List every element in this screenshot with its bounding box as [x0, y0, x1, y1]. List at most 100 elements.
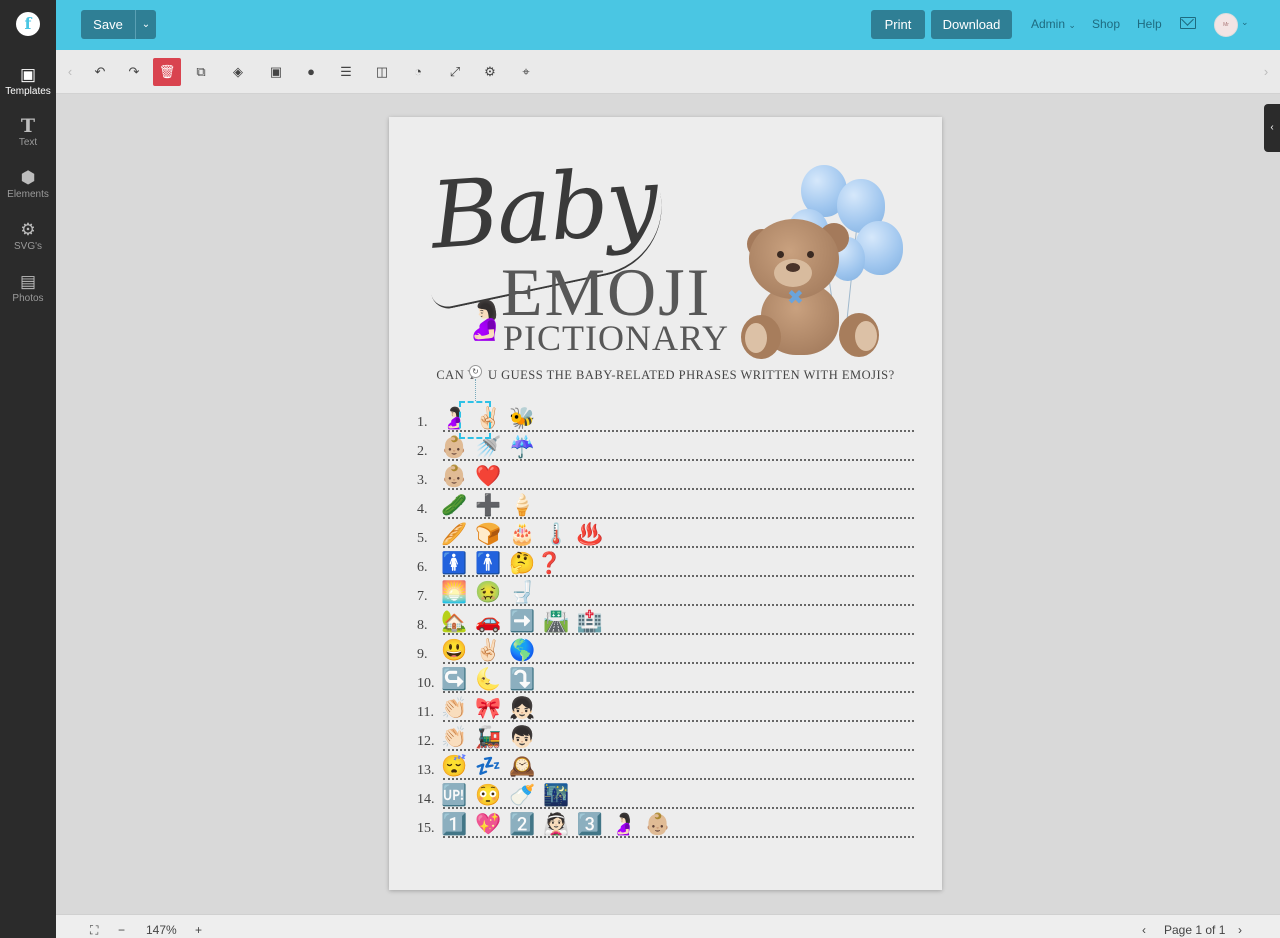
emoji-clue[interactable]: 🌅 🤢 🚽: [441, 581, 536, 605]
answer-row[interactable]: 3. 👶🏼 ❤️: [389, 465, 942, 494]
design-page[interactable]: Baby EMOJI 🤰🏻 PICTIONARY ✖ CAN YU GUESS …: [389, 117, 942, 890]
answer-line: [443, 459, 914, 461]
emoji-clue[interactable]: 🥖 🍞 🎂 🌡️ ♨️: [441, 523, 604, 547]
answer-row[interactable]: 15. 1️⃣ 💖 2️⃣ 👰🏻 3️⃣ 🤰🏻 👶🏼: [389, 813, 942, 842]
selection-box[interactable]: [459, 401, 491, 439]
row-number: 9.: [417, 647, 428, 662]
undo-icon[interactable]: ↶: [86, 58, 114, 86]
print-button[interactable]: Print: [871, 10, 925, 39]
emoji-clue[interactable]: 😃 ✌🏻 🌎: [441, 639, 536, 663]
next-page-icon[interactable]: ›: [1238, 923, 1242, 937]
emoji-clue[interactable]: 🆙 😳 🍼 🌃: [441, 784, 570, 808]
bow-icon: ✖: [787, 287, 804, 309]
delete-icon[interactable]: 🗑: [153, 58, 181, 86]
admin-menu-label: Admin: [1031, 17, 1066, 31]
answer-line: [443, 662, 914, 664]
answer-row[interactable]: 7. 🌅 🤢 🚽: [389, 581, 942, 610]
answer-row[interactable]: 9. 😃 ✌🏻 🌎: [389, 639, 942, 668]
emoji-clue[interactable]: 1️⃣ 💖 2️⃣ 👰🏻 3️⃣ 🤰🏻 👶🏼: [441, 813, 672, 837]
admin-menu[interactable]: Admin ⌄: [1031, 17, 1076, 31]
emoji-clue[interactable]: 👏🏻 🎀 👧🏻: [441, 697, 536, 721]
answer-line: [443, 633, 914, 635]
emoji-clue[interactable]: 🚺 🚹 🤔❓: [441, 552, 563, 576]
answer-line: [443, 807, 914, 809]
mail-icon[interactable]: [1180, 17, 1196, 29]
flip-icon[interactable]: ◫: [368, 58, 396, 86]
chevron-down-icon[interactable]: ⌄: [1241, 17, 1249, 28]
emoji-clue[interactable]: ↪️ 🌜 ⤵️: [441, 668, 536, 692]
sidebar-item-label: Text: [18, 137, 38, 148]
mask-icon[interactable]: ◔: [404, 58, 432, 86]
forward-arrow-icon[interactable]: ›: [1252, 58, 1280, 86]
prev-page-icon[interactable]: ‹: [1142, 923, 1146, 937]
help-link[interactable]: Help: [1137, 17, 1162, 31]
row-number: 2.: [417, 444, 428, 459]
sidebar-item-svgs[interactable]: ⚙ SVG's: [0, 219, 56, 252]
row-number: 7.: [417, 589, 428, 604]
answer-line: [443, 604, 914, 606]
bear-eye: [777, 251, 784, 258]
answer-line: [443, 720, 914, 722]
app-logo[interactable]: f: [16, 12, 40, 36]
rotate-handle[interactable]: ↻: [469, 365, 482, 378]
chevron-down-icon: ⌄: [1068, 20, 1076, 30]
answer-row[interactable]: 12. 👏🏻 🚂 👦🏻: [389, 726, 942, 755]
panel-toggle-button[interactable]: ‹: [1264, 104, 1280, 152]
bear-nose: [786, 263, 800, 272]
save-button[interactable]: Save: [81, 10, 135, 39]
crop-icon[interactable]: ⌖: [512, 58, 540, 86]
back-arrow-icon[interactable]: ‹: [56, 58, 84, 86]
emoji-clue[interactable]: 😴 💤 🕰️: [441, 755, 536, 779]
emoji-clue[interactable]: 👶🏼 ❤️: [441, 465, 502, 489]
row-number: 5.: [417, 531, 428, 546]
layers-icon[interactable]: ◈: [224, 58, 252, 86]
page-indicator: Page 1 of 1: [1164, 923, 1226, 937]
editor-toolbar: ‹ ↶ ↷ 🗑 ⧉ ◈ ▣ ● ☰ ◫ ◔ ⤢ ⚙ ⌖ ›: [56, 50, 1280, 94]
sidebar-item-label: Elements: [7, 189, 49, 200]
emoji-clue[interactable]: 🏡 🚗 ➡️ 🛣️ 🏥: [441, 610, 604, 634]
answer-row[interactable]: 8. 🏡 🚗 ➡️ 🛣️ 🏥: [389, 610, 942, 639]
zoom-level[interactable]: 147%: [146, 923, 177, 937]
templates-icon: ▣: [19, 65, 37, 84]
zoom-in-icon[interactable]: +: [195, 923, 202, 937]
download-button[interactable]: Download: [931, 10, 1012, 39]
answer-line: [443, 488, 914, 490]
save-dropdown-button[interactable]: ⌄: [135, 10, 156, 39]
answer-row[interactable]: 5. 🥖 🍞 🎂 🌡️ ♨️: [389, 523, 942, 552]
resize-icon[interactable]: ⤢: [441, 58, 469, 86]
footer-bar: ⛶ − 147% + ‹ Page 1 of 1 ›: [56, 914, 1280, 938]
answer-row[interactable]: 11. 👏🏻 🎀 👧🏻: [389, 697, 942, 726]
pregnant-woman-icon[interactable]: 🤰🏻: [461, 299, 508, 343]
row-number: 8.: [417, 618, 428, 633]
title-sub[interactable]: PICTIONARY: [503, 317, 729, 359]
sidebar-item-templates[interactable]: ▣ Templates: [0, 64, 56, 97]
row-number: 13.: [417, 763, 435, 778]
emoji-clue[interactable]: 👏🏻 🚂 👦🏻: [441, 726, 536, 750]
teddy-bear-image[interactable]: ✖: [741, 219, 891, 359]
answer-row[interactable]: 14. 🆙 😳 🍼 🌃: [389, 784, 942, 813]
fit-screen-icon[interactable]: ⛶: [90, 923, 98, 938]
shop-link[interactable]: Shop: [1092, 17, 1120, 31]
avatar[interactable]: Mr Bonkerss: [1214, 13, 1238, 37]
sidebar-item-text[interactable]: T Text: [0, 115, 56, 148]
sidebar-item-photos[interactable]: ▤ Photos: [0, 271, 56, 304]
row-number: 11.: [417, 705, 434, 720]
answer-line: [443, 517, 914, 519]
answer-line: [443, 575, 914, 577]
answer-row[interactable]: 4. 🥒 ➕ 🍦: [389, 494, 942, 523]
redo-icon[interactable]: ↷: [120, 58, 148, 86]
zoom-out-icon[interactable]: −: [118, 923, 125, 937]
title-script[interactable]: Baby: [428, 147, 660, 269]
duplicate-icon[interactable]: ⧉: [187, 58, 215, 86]
adjust-icon[interactable]: ⚙: [476, 58, 504, 86]
answer-row[interactable]: 13. 😴 💤 🕰️: [389, 755, 942, 784]
answer-row[interactable]: 2. 👶🏼 🚿 ☔: [389, 436, 942, 465]
emoji-clue[interactable]: 🥒 ➕ 🍦: [441, 494, 536, 518]
lock-icon[interactable]: ●: [297, 58, 325, 86]
emoji-clue[interactable]: 👶🏼 🚿 ☔: [441, 436, 536, 460]
align-icon[interactable]: ☰: [332, 58, 360, 86]
answer-row[interactable]: 6. 🚺 🚹 🤔❓: [389, 552, 942, 581]
answer-row[interactable]: 10. ↪️ 🌜 ⤵️: [389, 668, 942, 697]
dollar-icon[interactable]: ▣: [262, 58, 290, 86]
sidebar-item-elements[interactable]: ⬢ Elements: [0, 167, 56, 200]
